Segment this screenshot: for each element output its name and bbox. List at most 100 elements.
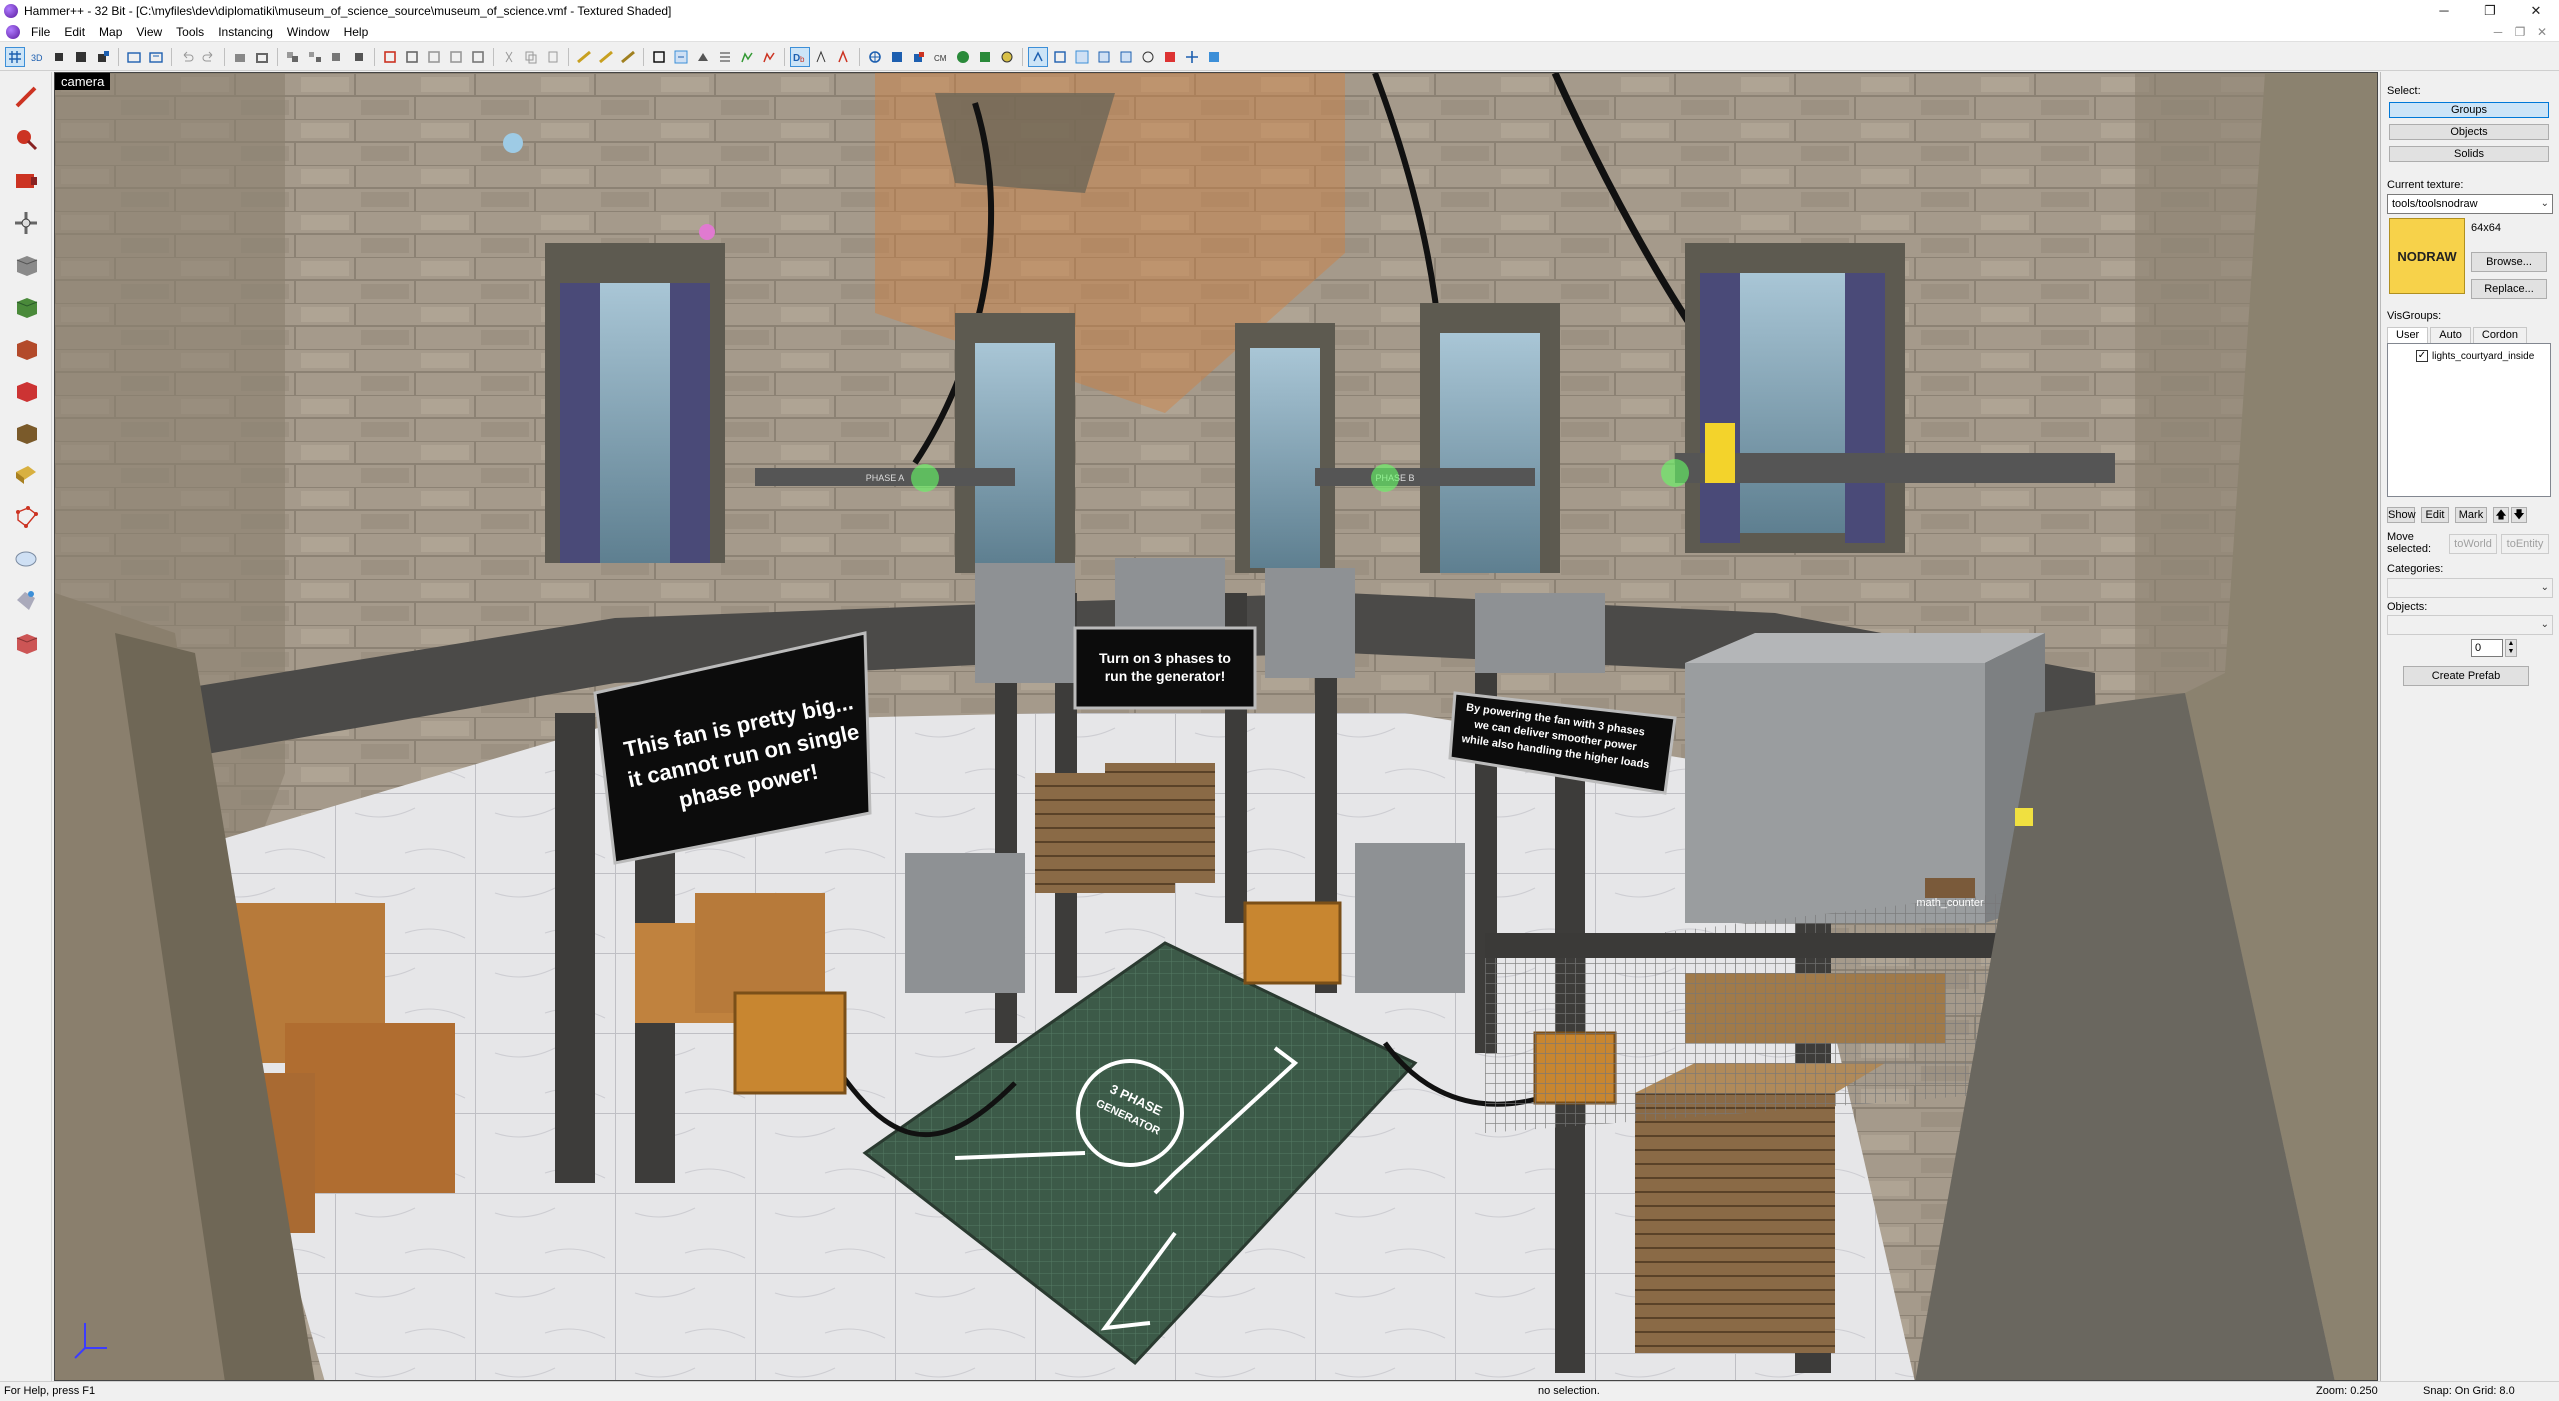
copy-icon[interactable]: [521, 47, 541, 67]
browse-button[interactable]: Browse...: [2471, 252, 2547, 272]
visgroup-checkbox[interactable]: ✓: [2416, 350, 2428, 362]
apply-texture-tool-icon[interactable]: [6, 330, 46, 368]
restore-button[interactable]: ❐: [2467, 0, 2513, 22]
sprinkle-tool-icon[interactable]: [6, 582, 46, 620]
create-prefab-button[interactable]: Create Prefab: [2403, 666, 2529, 686]
overlay-icon[interactable]: [715, 47, 735, 67]
quick-unhide-icon[interactable]: [1138, 47, 1158, 67]
menu-tools[interactable]: Tools: [169, 22, 211, 42]
texture-apply-icon[interactable]: [618, 47, 638, 67]
texture-preview[interactable]: NODRAW: [2389, 218, 2465, 294]
select-groups-button[interactable]: Groups: [2389, 102, 2549, 118]
prefab-count-input[interactable]: 0: [2471, 639, 2503, 657]
minimize-button[interactable]: ─: [2421, 0, 2467, 22]
visgroup-red-icon[interactable]: [1160, 47, 1180, 67]
doc-minimize-button[interactable]: ─: [2487, 22, 2509, 42]
overlay-tool-icon[interactable]: [6, 414, 46, 452]
morph-tool-icon[interactable]: [6, 624, 46, 662]
objects-combo[interactable]: ⌄: [2387, 615, 2553, 635]
menu-instancing[interactable]: Instancing: [211, 22, 280, 42]
grid-icon[interactable]: [5, 46, 25, 67]
menu-map[interactable]: Map: [92, 22, 129, 42]
toggle-overlays-icon[interactable]: [997, 47, 1017, 67]
flip-icon[interactable]: [468, 47, 488, 67]
group-icon[interactable]: [283, 47, 303, 67]
hollow-icon[interactable]: [252, 47, 272, 67]
clipping-tool-icon[interactable]: [6, 456, 46, 494]
quick-hide-unselected-icon[interactable]: [1116, 47, 1136, 67]
path-tool-icon[interactable]: [6, 540, 46, 578]
to-entity-button[interactable]: toEntity: [2501, 534, 2549, 554]
entity-report-icon[interactable]: Db: [790, 46, 810, 67]
cube-small-icon[interactable]: [49, 47, 69, 67]
selection-tool-icon[interactable]: [6, 78, 46, 116]
tab-user[interactable]: User: [2387, 327, 2429, 343]
texture-application-icon[interactable]: [671, 47, 691, 67]
texture-lock-scale-icon[interactable]: [596, 47, 616, 67]
toggle-decals-icon[interactable]: [975, 47, 995, 67]
toggle-lights-icon[interactable]: [909, 47, 929, 67]
spin-arrows-icon[interactable]: ▲ ▼: [2505, 639, 2517, 657]
document-icon[interactable]: [6, 24, 20, 39]
carve-icon[interactable]: [230, 47, 250, 67]
quick-hide-icon[interactable]: [1094, 47, 1114, 67]
vertex-tool-icon[interactable]: [6, 498, 46, 536]
menu-help[interactable]: Help: [337, 22, 376, 42]
to-world-button[interactable]: toWorld: [2449, 534, 2497, 554]
paste-icon[interactable]: [543, 47, 563, 67]
doc-close-button[interactable]: ✕: [2531, 22, 2553, 42]
move-down-icon[interactable]: 🡇: [2511, 507, 2527, 523]
open-icon[interactable]: [124, 47, 144, 67]
camera-viewport[interactable]: 3 PHASE GENERATOR PHASE A B This fan is …: [54, 72, 2378, 1381]
magnify-tool-icon[interactable]: [6, 120, 46, 158]
carve-red-icon[interactable]: [380, 47, 400, 67]
visgroup-edit-button[interactable]: Edit: [2421, 507, 2449, 523]
texture-lock-icon[interactable]: [574, 47, 594, 67]
block-tool-icon[interactable]: [6, 246, 46, 284]
visgroup-move-icon[interactable]: [1182, 47, 1202, 67]
ungroup-icon[interactable]: [305, 47, 325, 67]
visgroup-item[interactable]: ✓ lights_courtyard_inside: [2416, 350, 2534, 362]
visgroup-mark-button[interactable]: Mark: [2455, 507, 2487, 523]
categories-combo[interactable]: ⌄: [2387, 578, 2553, 598]
menu-file[interactable]: File: [24, 22, 57, 42]
entity-tool-icon[interactable]: [6, 204, 46, 242]
undo-icon[interactable]: [177, 47, 197, 67]
save-icon[interactable]: [146, 47, 166, 67]
redo-icon[interactable]: [199, 47, 219, 67]
texture-tool-icon[interactable]: [6, 288, 46, 326]
clip-icon[interactable]: [402, 47, 422, 67]
texture-browser-icon[interactable]: [1072, 47, 1092, 67]
tie-entity-icon[interactable]: [327, 47, 347, 67]
cut-icon[interactable]: [499, 47, 519, 67]
select-objects-button[interactable]: Objects: [2389, 124, 2549, 140]
menu-edit[interactable]: Edit: [57, 22, 92, 42]
toggle-paths-icon[interactable]: [953, 47, 973, 67]
select-solids-button[interactable]: Solids: [2389, 146, 2549, 162]
viewport-label[interactable]: camera: [55, 73, 111, 90]
replace-button[interactable]: Replace...: [2471, 279, 2547, 299]
toggle-sprites-icon[interactable]: [887, 47, 907, 67]
visgroup-blue-icon[interactable]: [1204, 47, 1224, 67]
visgroup-list[interactable]: ✓ lights_courtyard_inside: [2387, 343, 2551, 497]
current-texture-combo[interactable]: tools/toolsnodraw ⌄: [2387, 194, 2553, 214]
menu-view[interactable]: View: [129, 22, 169, 42]
snap-selected-icon[interactable]: [446, 47, 466, 67]
close-button[interactable]: ✕: [2513, 0, 2559, 22]
tab-auto[interactable]: Auto: [2430, 327, 2471, 343]
3d-grid-icon[interactable]: 3D: [27, 47, 47, 67]
displacement-icon[interactable]: [737, 47, 757, 67]
move-up-icon[interactable]: 🡅: [2493, 507, 2509, 523]
move-to-world-icon[interactable]: [349, 47, 369, 67]
visgroup-show-button[interactable]: Show: [2387, 507, 2416, 523]
menu-window[interactable]: Window: [280, 22, 337, 42]
doc-restore-button[interactable]: ❐: [2509, 22, 2531, 42]
vertex-icon[interactable]: [424, 47, 444, 67]
run-map-icon[interactable]: [834, 47, 854, 67]
selection-icon[interactable]: [1050, 47, 1070, 67]
tab-cordon[interactable]: Cordon: [2472, 327, 2527, 343]
autovisgroup-icon[interactable]: [1028, 46, 1048, 67]
snap-icon[interactable]: [93, 47, 113, 67]
toggle-cubemaps-icon[interactable]: CM: [931, 47, 951, 67]
toggle-models-icon[interactable]: [865, 47, 885, 67]
